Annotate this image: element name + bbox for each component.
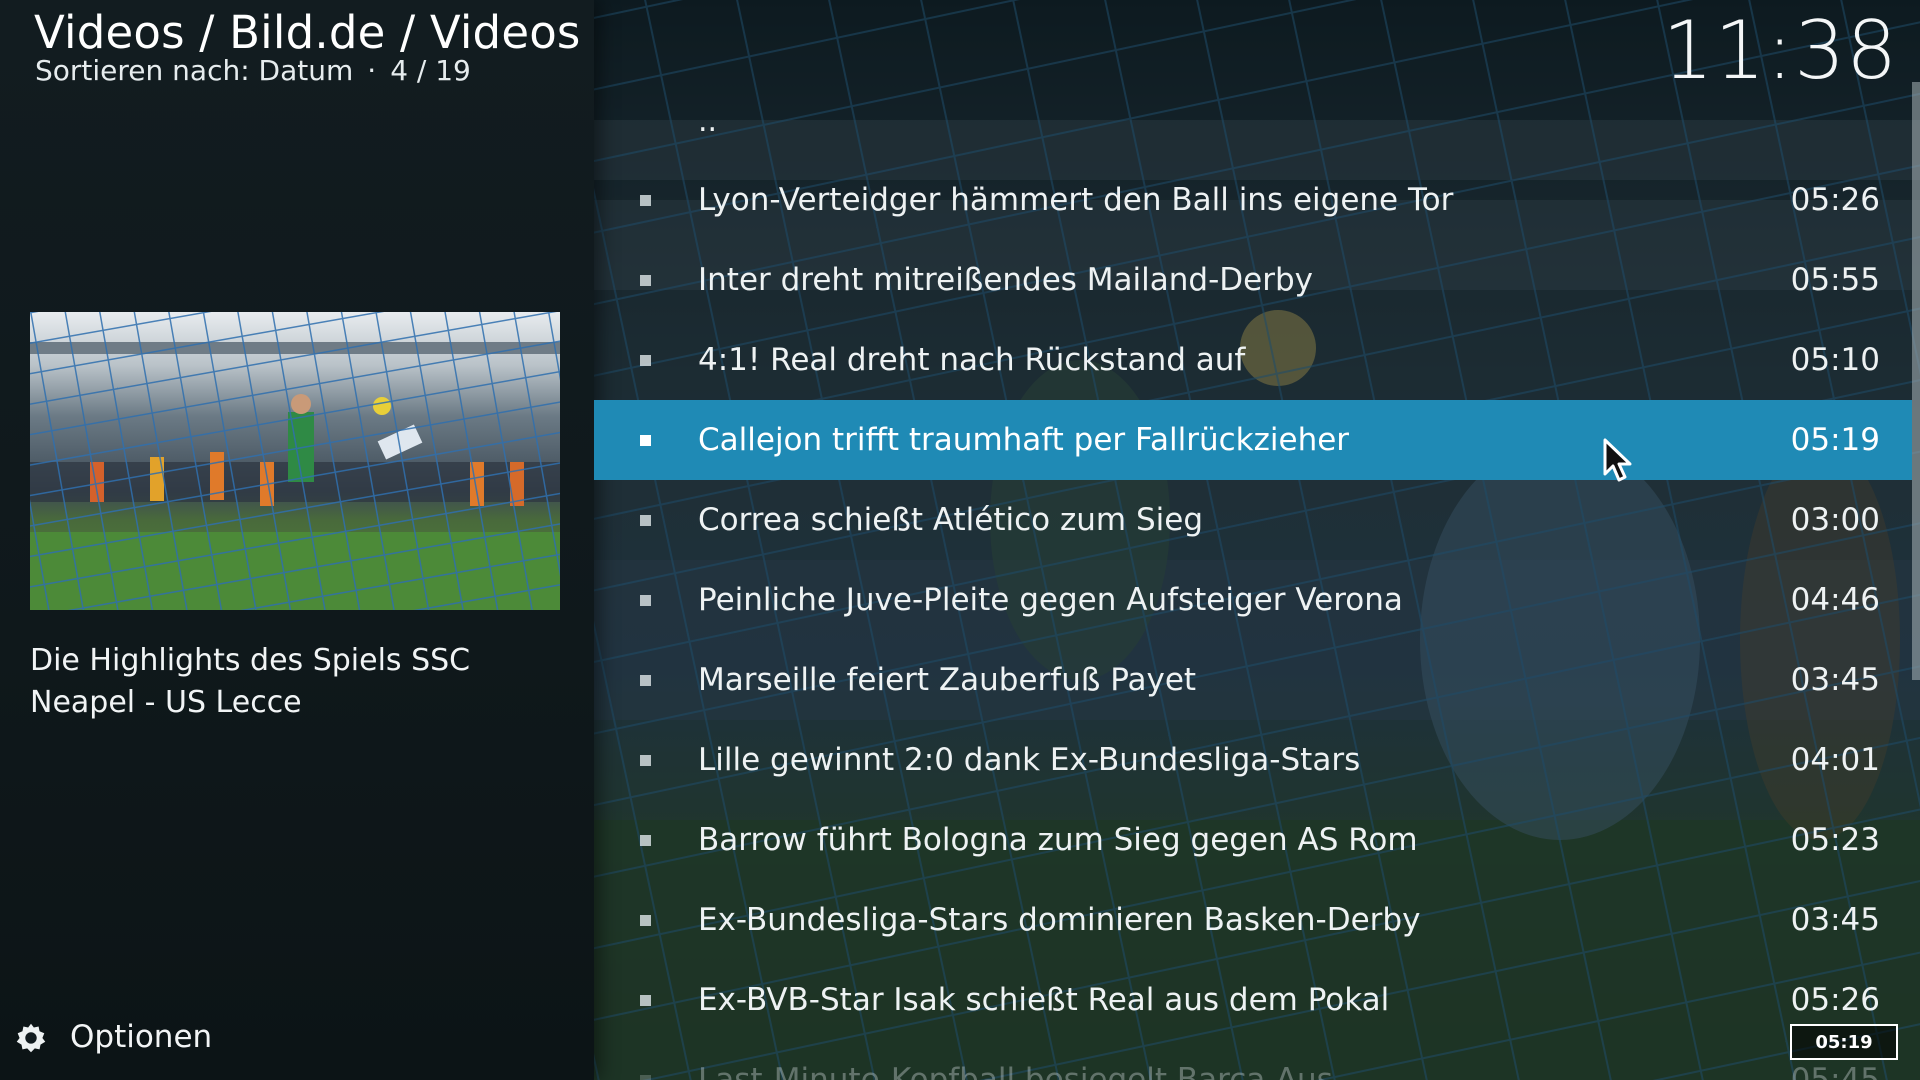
list-item[interactable]: Lille gewinnt 2:0 dank Ex-Bundesliga-Sta…	[594, 720, 1912, 800]
list-item[interactable]: Correa schießt Atlético zum Sieg 03:00	[594, 480, 1912, 560]
options-button[interactable]: Optionen	[12, 1018, 212, 1056]
bullet-icon	[640, 195, 651, 206]
list-item-duration: 03:45	[1790, 662, 1880, 698]
list-item-title: Ex-BVB-Star Isak schießt Real aus dem Po…	[698, 982, 1390, 1018]
video-list: .. Lyon-Verteidger hämmert den Ball ins …	[594, 94, 1912, 1080]
list-item-title: Lille gewinnt 2:0 dank Ex-Bundesliga-Sta…	[698, 742, 1361, 778]
list-item-title: Peinliche Juve-Pleite gegen Aufsteiger V…	[698, 582, 1403, 618]
list-item[interactable]: Barrow führt Bologna zum Sieg gegen AS R…	[594, 800, 1912, 880]
list-item-duration: 04:46	[1790, 582, 1880, 618]
bullet-icon	[640, 435, 651, 446]
list-item[interactable]: 4:1! Real dreht nach Rückstand auf 05:10	[594, 320, 1912, 400]
list-item-title: Lyon-Verteidger hämmert den Ball ins eig…	[698, 182, 1454, 218]
mouse-cursor-icon	[1603, 438, 1632, 482]
sort-info: Sortieren nach: Datum · 4 / 19	[35, 54, 471, 87]
breadcrumb: Videos / Bild.de / Videos	[34, 6, 581, 59]
list-item-duration: 05:23	[1790, 822, 1880, 858]
options-label: Optionen	[70, 1019, 213, 1055]
bullet-icon	[640, 595, 651, 606]
list-item-title: Barrow führt Bologna zum Sieg gegen AS R…	[698, 822, 1418, 858]
list-item-duration: 04:01	[1790, 742, 1880, 778]
separator-dot: ·	[367, 54, 377, 87]
list-item-duration: 05:26	[1790, 982, 1880, 1018]
bullet-icon	[640, 995, 651, 1006]
item-position: 4 / 19	[390, 54, 471, 87]
list-item[interactable]: Inter dreht mitreißendes Mailand-Derby 05…	[594, 240, 1912, 320]
list-item-duration: 03:00	[1790, 502, 1880, 538]
list-item-duration: 05:45	[1790, 1062, 1880, 1080]
list-item-title: Callejon trifft traumhaft per Fallrückzi…	[698, 422, 1350, 458]
plot-text: Die Highlights des Spiels SSC Neapel - U…	[30, 643, 471, 720]
parent-folder-item[interactable]: ..	[594, 94, 1912, 160]
bullet-icon	[640, 515, 651, 526]
bullet-icon	[640, 675, 651, 686]
list-item[interactable]: Lyon-Verteidger hämmert den Ball ins eig…	[594, 160, 1912, 240]
list-item-duration: 05:19	[1790, 422, 1880, 458]
list-scrollbar[interactable]	[1912, 82, 1920, 680]
bullet-icon	[640, 1075, 651, 1080]
bullet-icon	[640, 275, 651, 286]
list-item-duration: 03:45	[1790, 902, 1880, 938]
list-item[interactable]: Ex-Bundesliga-Stars dominieren Basken-De…	[594, 880, 1912, 960]
duration-badge: 05:19	[1790, 1024, 1898, 1060]
bullet-icon	[640, 755, 651, 766]
bullet-icon	[640, 835, 651, 846]
list-item-title: Ex-Bundesliga-Stars dominieren Basken-De…	[698, 902, 1421, 938]
list-item[interactable]: Peinliche Juve-Pleite gegen Aufsteiger V…	[594, 560, 1912, 640]
list-item[interactable]: Ex-BVB-Star Isak schießt Real aus dem Po…	[594, 960, 1912, 1040]
list-item[interactable]: Last-Minute-Kopfball besiegelt Barca-Aus…	[594, 1040, 1912, 1080]
list-item-title: 4:1! Real dreht nach Rückstand auf	[698, 342, 1246, 378]
kodi-video-browser: Videos / Bild.de / Videos Sortieren nach…	[0, 0, 1920, 1080]
parent-folder-label: ..	[698, 104, 718, 139]
list-item-title: Marseille feiert Zauberfuß Payet	[698, 662, 1197, 698]
list-item-title: Inter dreht mitreißendes Mailand-Derby	[698, 262, 1313, 298]
bullet-icon	[640, 355, 651, 366]
video-thumbnail	[30, 312, 560, 610]
sort-label[interactable]: Sortieren nach: Datum	[35, 54, 353, 87]
list-item-title: Correa schießt Atlético zum Sieg	[698, 502, 1204, 538]
info-panel: Videos / Bild.de / Videos Sortieren nach…	[0, 0, 594, 1080]
list-item-duration: 05:26	[1790, 182, 1880, 218]
list-item-duration: 05:10	[1790, 342, 1880, 378]
list-item[interactable]: Marseille feiert Zauberfuß Payet 03:45	[594, 640, 1912, 720]
gear-icon	[16, 1023, 46, 1053]
bullet-icon	[640, 915, 651, 926]
list-item[interactable]: Callejon trifft traumhaft per Fallrückzi…	[594, 400, 1912, 480]
list-item-title: Last-Minute-Kopfball besiegelt Barca-Aus	[698, 1062, 1333, 1080]
list-item-duration: 05:55	[1790, 262, 1880, 298]
clock: 11:38	[1662, 4, 1898, 97]
